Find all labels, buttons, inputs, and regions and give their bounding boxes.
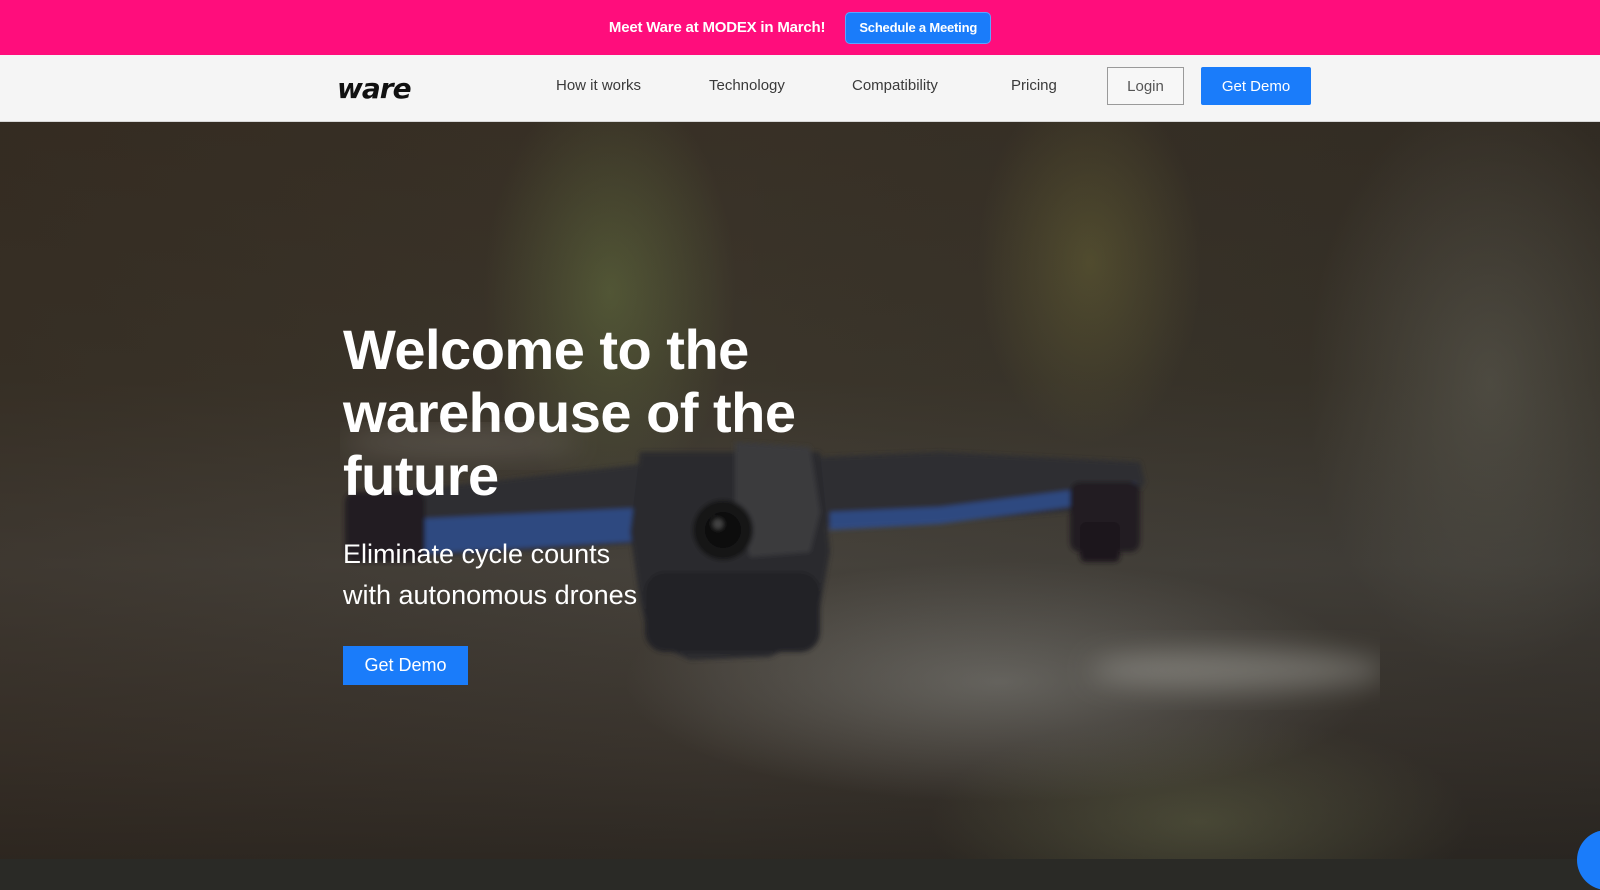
hero-subtitle-line-1: Eliminate cycle counts xyxy=(343,539,611,569)
top-nav: ware How it works Technology Compatibili… xyxy=(0,55,1600,122)
hero-section: Welcome to the warehouse of the future E… xyxy=(0,122,1600,859)
ware-logo[interactable]: ware xyxy=(337,72,412,105)
hero-subtitle: Eliminate cycle counts with autonomous d… xyxy=(343,534,763,616)
get-demo-nav-button[interactable]: Get Demo xyxy=(1201,67,1311,105)
schedule-meeting-button[interactable]: Schedule a Meeting xyxy=(845,11,992,44)
login-button[interactable]: Login xyxy=(1107,67,1184,105)
nav-link-compatibility[interactable]: Compatibility xyxy=(852,77,938,94)
nav-link-pricing[interactable]: Pricing xyxy=(1011,77,1057,94)
nav-link-how-it-works[interactable]: How it works xyxy=(556,77,641,94)
hero-subtitle-line-2: with autonomous drones xyxy=(343,580,638,610)
announcement-bar: Meet Ware at MODEX in March! Schedule a … xyxy=(0,0,1600,55)
announcement-text: Meet Ware at MODEX in March! xyxy=(608,19,826,36)
get-demo-hero-button[interactable]: Get Demo xyxy=(343,646,468,685)
hero-title: Welcome to the warehouse of the future xyxy=(343,318,796,507)
nav-link-technology[interactable]: Technology xyxy=(709,77,785,94)
